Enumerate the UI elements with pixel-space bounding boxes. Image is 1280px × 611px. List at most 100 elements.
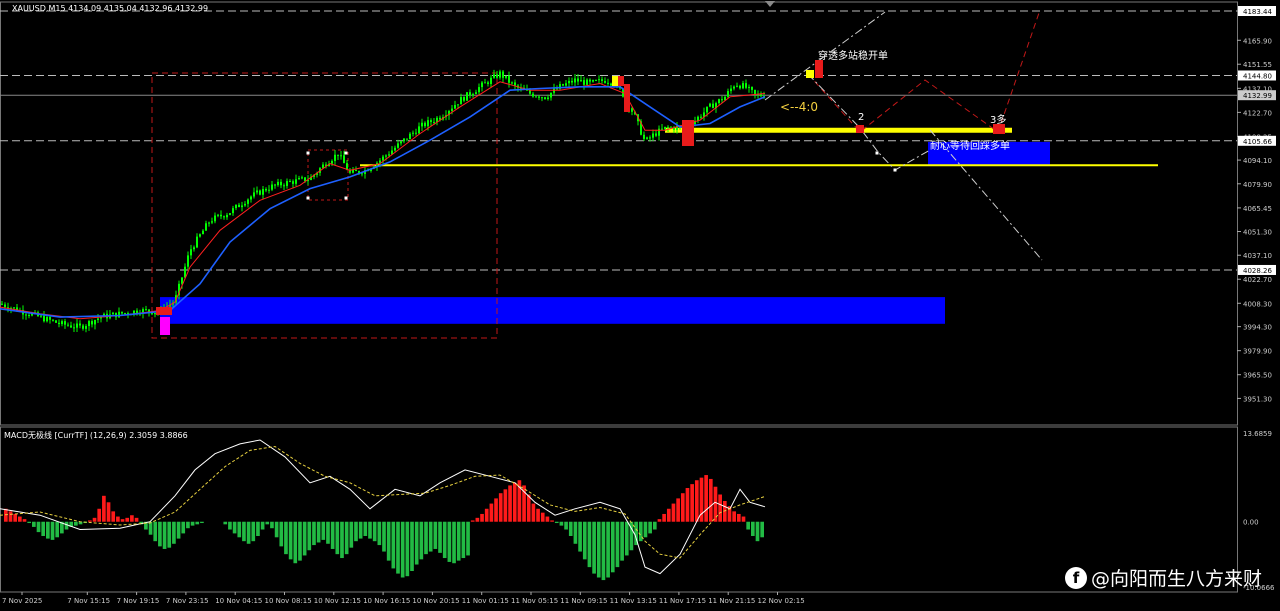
macd-histogram-bar xyxy=(746,521,750,530)
time-tick-label: 10 Nov 08:15 xyxy=(265,597,312,605)
anchor-point-2 xyxy=(344,151,348,155)
facebook-icon: f xyxy=(1064,566,1087,589)
candle-body xyxy=(496,74,498,78)
candle-body xyxy=(511,82,513,84)
time-tick-label: 11 Nov 17:15 xyxy=(659,597,706,605)
candle-body xyxy=(340,155,342,157)
price-tick-label: 4008.30 xyxy=(1243,300,1272,308)
candle-body xyxy=(223,216,225,218)
candle-body xyxy=(427,120,429,127)
candle-body xyxy=(247,199,249,204)
demand-zones xyxy=(160,141,1050,324)
candle-body xyxy=(424,122,426,127)
candle-body xyxy=(451,108,453,112)
macd-histogram-bar xyxy=(335,521,340,555)
price-tick-label: 4094.10 xyxy=(1243,157,1272,165)
macd-histogram-bar xyxy=(316,521,321,543)
time-tick-label: 10 Nov 20:15 xyxy=(412,597,459,605)
candle-body xyxy=(514,82,516,86)
ma-fast-line xyxy=(0,81,766,320)
macd-histogram-bar xyxy=(391,521,396,569)
candle-body xyxy=(187,255,189,267)
candle-body xyxy=(217,214,219,216)
macd-histogram-bar xyxy=(750,521,755,536)
candle-body xyxy=(586,79,588,85)
candle-body xyxy=(433,121,435,123)
candle-body xyxy=(415,132,417,134)
candle-body xyxy=(280,181,282,186)
macd-line xyxy=(0,439,766,575)
macd-histogram-bar xyxy=(615,521,620,568)
macd-histogram-bar xyxy=(708,478,713,522)
macd-histogram-bar xyxy=(587,521,592,568)
candle-body xyxy=(475,92,477,95)
macd-histogram-bar xyxy=(620,521,624,561)
candle-body xyxy=(580,80,582,82)
candle-body xyxy=(487,82,489,84)
signal-marker-7 xyxy=(806,70,814,78)
price-levels xyxy=(0,10,1237,271)
candle-body xyxy=(718,99,720,104)
candle-body xyxy=(421,122,423,127)
macd-histogram-bar xyxy=(326,521,330,544)
anchor-point-5 xyxy=(893,168,897,172)
macd-histogram-bar xyxy=(158,521,162,547)
candle-body xyxy=(205,223,207,231)
candle-body xyxy=(331,160,333,164)
candle-body xyxy=(463,97,465,101)
annotation-breakout: 穿透多站稳开单 xyxy=(818,51,888,62)
price-tick-label: 4065.45 xyxy=(1243,205,1272,213)
candle-body xyxy=(604,81,606,83)
macd-histogram-bar xyxy=(484,508,489,522)
candle-body xyxy=(202,230,204,235)
candle-body xyxy=(562,84,564,86)
candle-body xyxy=(667,126,669,128)
candle-body xyxy=(460,97,462,105)
macd-histogram-bar xyxy=(330,521,335,549)
candle-body xyxy=(274,184,276,186)
chart-canvas[interactable]: 4183.444165.904151.554137.104122.704108.… xyxy=(0,0,1280,611)
candle-body xyxy=(355,169,357,172)
chart-shift-marker[interactable] xyxy=(765,1,775,7)
candle-body xyxy=(466,92,468,101)
macd-histogram-bar xyxy=(582,521,587,560)
candle-body xyxy=(493,74,495,78)
candle-body xyxy=(13,307,15,309)
candle-body xyxy=(154,313,156,315)
macd-histogram-bar xyxy=(223,521,228,525)
price-tick-label: 4079.90 xyxy=(1243,181,1272,189)
candle-body xyxy=(601,79,603,82)
anchor-point-3 xyxy=(344,196,348,200)
candle-body xyxy=(742,83,744,89)
macd-histogram-bar xyxy=(694,480,699,522)
candle-body xyxy=(238,204,240,208)
macd-panel xyxy=(0,439,766,581)
macd-histogram-bar xyxy=(22,519,27,522)
macd-histogram-bar xyxy=(470,520,475,522)
macd-histogram-bar xyxy=(718,494,722,522)
macd-histogram-bar xyxy=(503,489,508,522)
macd-histogram-bar xyxy=(755,521,760,542)
candle-body xyxy=(583,80,585,85)
anchor-point-4 xyxy=(875,151,879,155)
candle-body xyxy=(721,99,723,101)
macd-histogram-bar xyxy=(307,521,312,551)
macd-histogram-bar xyxy=(190,521,195,526)
macd-histogram-bar xyxy=(256,521,260,536)
macd-histogram-bar xyxy=(540,512,545,522)
candle-body xyxy=(196,236,198,248)
watermark: f @向阳而生八方来财 xyxy=(1064,564,1262,591)
candle-body xyxy=(25,314,27,316)
candle-body xyxy=(403,138,405,142)
candle-body xyxy=(661,128,663,130)
macd-histogram-bar xyxy=(638,521,643,542)
candle-body xyxy=(631,108,633,112)
candle-body xyxy=(121,311,123,314)
candle-body xyxy=(241,205,243,208)
macd-histogram-bar xyxy=(344,521,349,555)
candle-body xyxy=(409,133,411,140)
candle-body xyxy=(226,214,228,218)
macd-histogram-bar xyxy=(690,484,694,522)
candle-body xyxy=(76,323,78,328)
time-tick-label: 7 Nov 19:15 xyxy=(117,597,160,605)
